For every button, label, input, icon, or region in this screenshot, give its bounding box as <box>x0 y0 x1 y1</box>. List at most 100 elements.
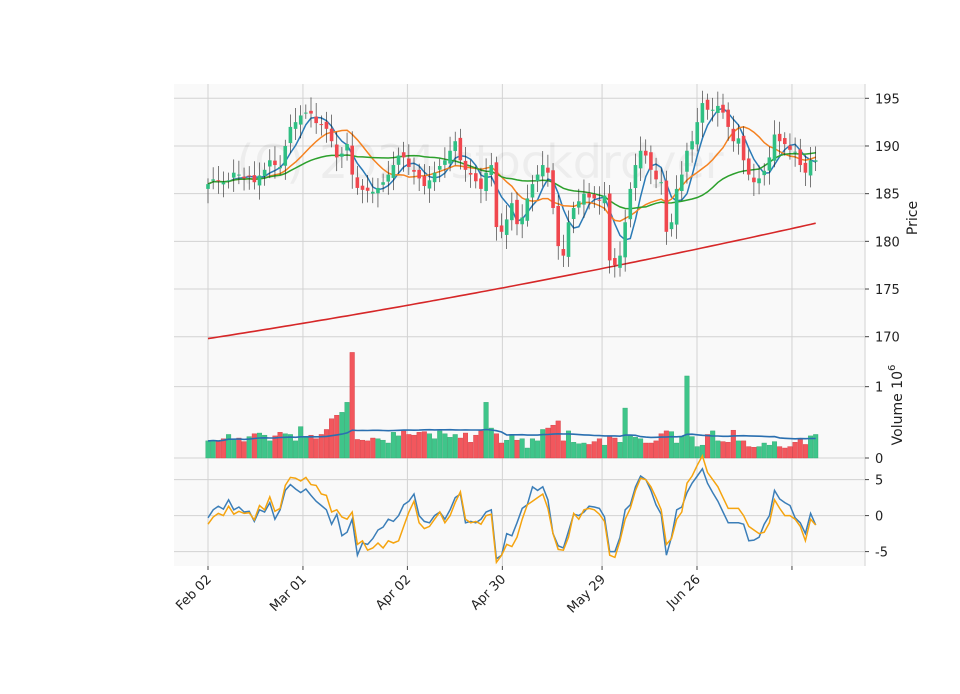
candle-body <box>664 180 669 232</box>
volume-bar <box>684 375 690 459</box>
candle-body <box>468 173 473 175</box>
candle-body <box>793 151 797 153</box>
candle-body <box>577 201 581 208</box>
candle-body <box>329 128 334 142</box>
candle-body <box>298 115 303 125</box>
volume-bar <box>287 434 293 459</box>
candle-body <box>443 160 447 165</box>
volume-bar <box>627 435 633 459</box>
volume-bar <box>406 434 412 459</box>
volume-bar <box>761 442 767 459</box>
candle-body <box>633 165 638 188</box>
volume-bar <box>591 441 597 459</box>
volume-axis-label-exponent-power: 6 <box>887 365 898 371</box>
candle-body <box>736 138 741 144</box>
volume-bar <box>396 435 402 459</box>
candle-body <box>417 169 421 179</box>
volume-bar <box>663 430 669 459</box>
volume-bar <box>576 443 582 459</box>
candle-body <box>674 188 679 225</box>
candle-body <box>798 149 803 166</box>
volume-bar <box>581 442 587 459</box>
volume-bar <box>354 439 360 459</box>
volume-tick-label: 1 <box>875 381 883 396</box>
volume-bar <box>308 434 314 459</box>
candle-body <box>602 195 607 204</box>
candle-body <box>479 178 483 189</box>
candle-body <box>247 175 251 177</box>
oscillator-tick-label: 5 <box>875 474 883 489</box>
candle-body <box>365 187 370 191</box>
volume-bar <box>210 439 216 459</box>
oscillator-tick-label: 0 <box>875 510 883 525</box>
candle-body <box>700 103 705 123</box>
price-tick-label: 180 <box>875 235 900 250</box>
date-tick-label: Mar 01 <box>267 572 310 615</box>
candle-body <box>262 169 267 177</box>
volume-bar <box>715 440 721 459</box>
volume-bar <box>380 439 386 459</box>
volume-axis-label: Volume 106 <box>887 365 906 446</box>
volume-bar <box>514 439 520 459</box>
volume-bar <box>560 440 566 459</box>
candle-body <box>401 152 406 158</box>
candle-body <box>288 126 293 144</box>
candle-body <box>649 152 653 170</box>
volume-bar <box>566 430 572 459</box>
candle-body <box>257 175 262 186</box>
candle-body <box>556 205 560 247</box>
candle-body <box>582 193 586 205</box>
volume-bar <box>725 442 731 459</box>
candle-body <box>334 144 339 158</box>
candle-body <box>504 219 509 235</box>
candle-body <box>273 160 277 166</box>
volume-bar <box>272 435 278 459</box>
volume-bar <box>442 433 448 459</box>
volume-bar <box>550 424 556 459</box>
candle-body <box>803 162 808 173</box>
candle-body <box>716 105 720 113</box>
volume-bar <box>772 441 778 459</box>
candle-body <box>515 199 519 225</box>
candle-body <box>314 116 318 124</box>
volume-bar <box>607 435 613 459</box>
candle-body <box>252 175 257 183</box>
volume-bar <box>504 439 510 459</box>
candle-body <box>216 180 221 182</box>
stock-chart: (C) 2024 stockdrdyer 1701751801851901950… <box>0 0 960 690</box>
candle-body <box>221 182 226 185</box>
volume-bar <box>679 436 685 459</box>
candle-body <box>437 166 442 170</box>
candle-body <box>643 150 648 156</box>
candle-body <box>808 160 813 176</box>
candle-body <box>432 172 437 183</box>
candle-body <box>453 141 457 152</box>
volume-bar <box>360 439 366 459</box>
volume-axis-label-text: Volume <box>890 393 906 445</box>
volume-bar <box>334 415 340 459</box>
volume-bar <box>390 432 396 459</box>
candle-body <box>535 174 540 182</box>
candle-body <box>566 222 571 257</box>
volume-bar <box>622 407 628 459</box>
volume-bar <box>370 437 376 459</box>
candle-body <box>783 138 787 145</box>
volume-bar <box>735 440 741 459</box>
price-tick-label: 175 <box>875 283 900 298</box>
candle-body <box>597 199 602 201</box>
volume-bar <box>329 418 335 459</box>
candle-body <box>788 145 792 150</box>
oscillator-panel <box>174 458 865 566</box>
candle-body <box>484 172 488 192</box>
candle-body <box>268 160 272 167</box>
candle-body <box>561 249 566 256</box>
candle-body <box>721 104 725 113</box>
volume-bar <box>756 446 762 459</box>
candle-body <box>705 99 710 110</box>
volume-bar <box>344 402 350 459</box>
volume-axis-label-exponent-base: 10 <box>890 371 906 389</box>
price-tick-label: 190 <box>875 140 900 155</box>
candle-body <box>355 177 360 188</box>
candle-body <box>813 160 818 162</box>
volume-bar <box>669 431 675 459</box>
